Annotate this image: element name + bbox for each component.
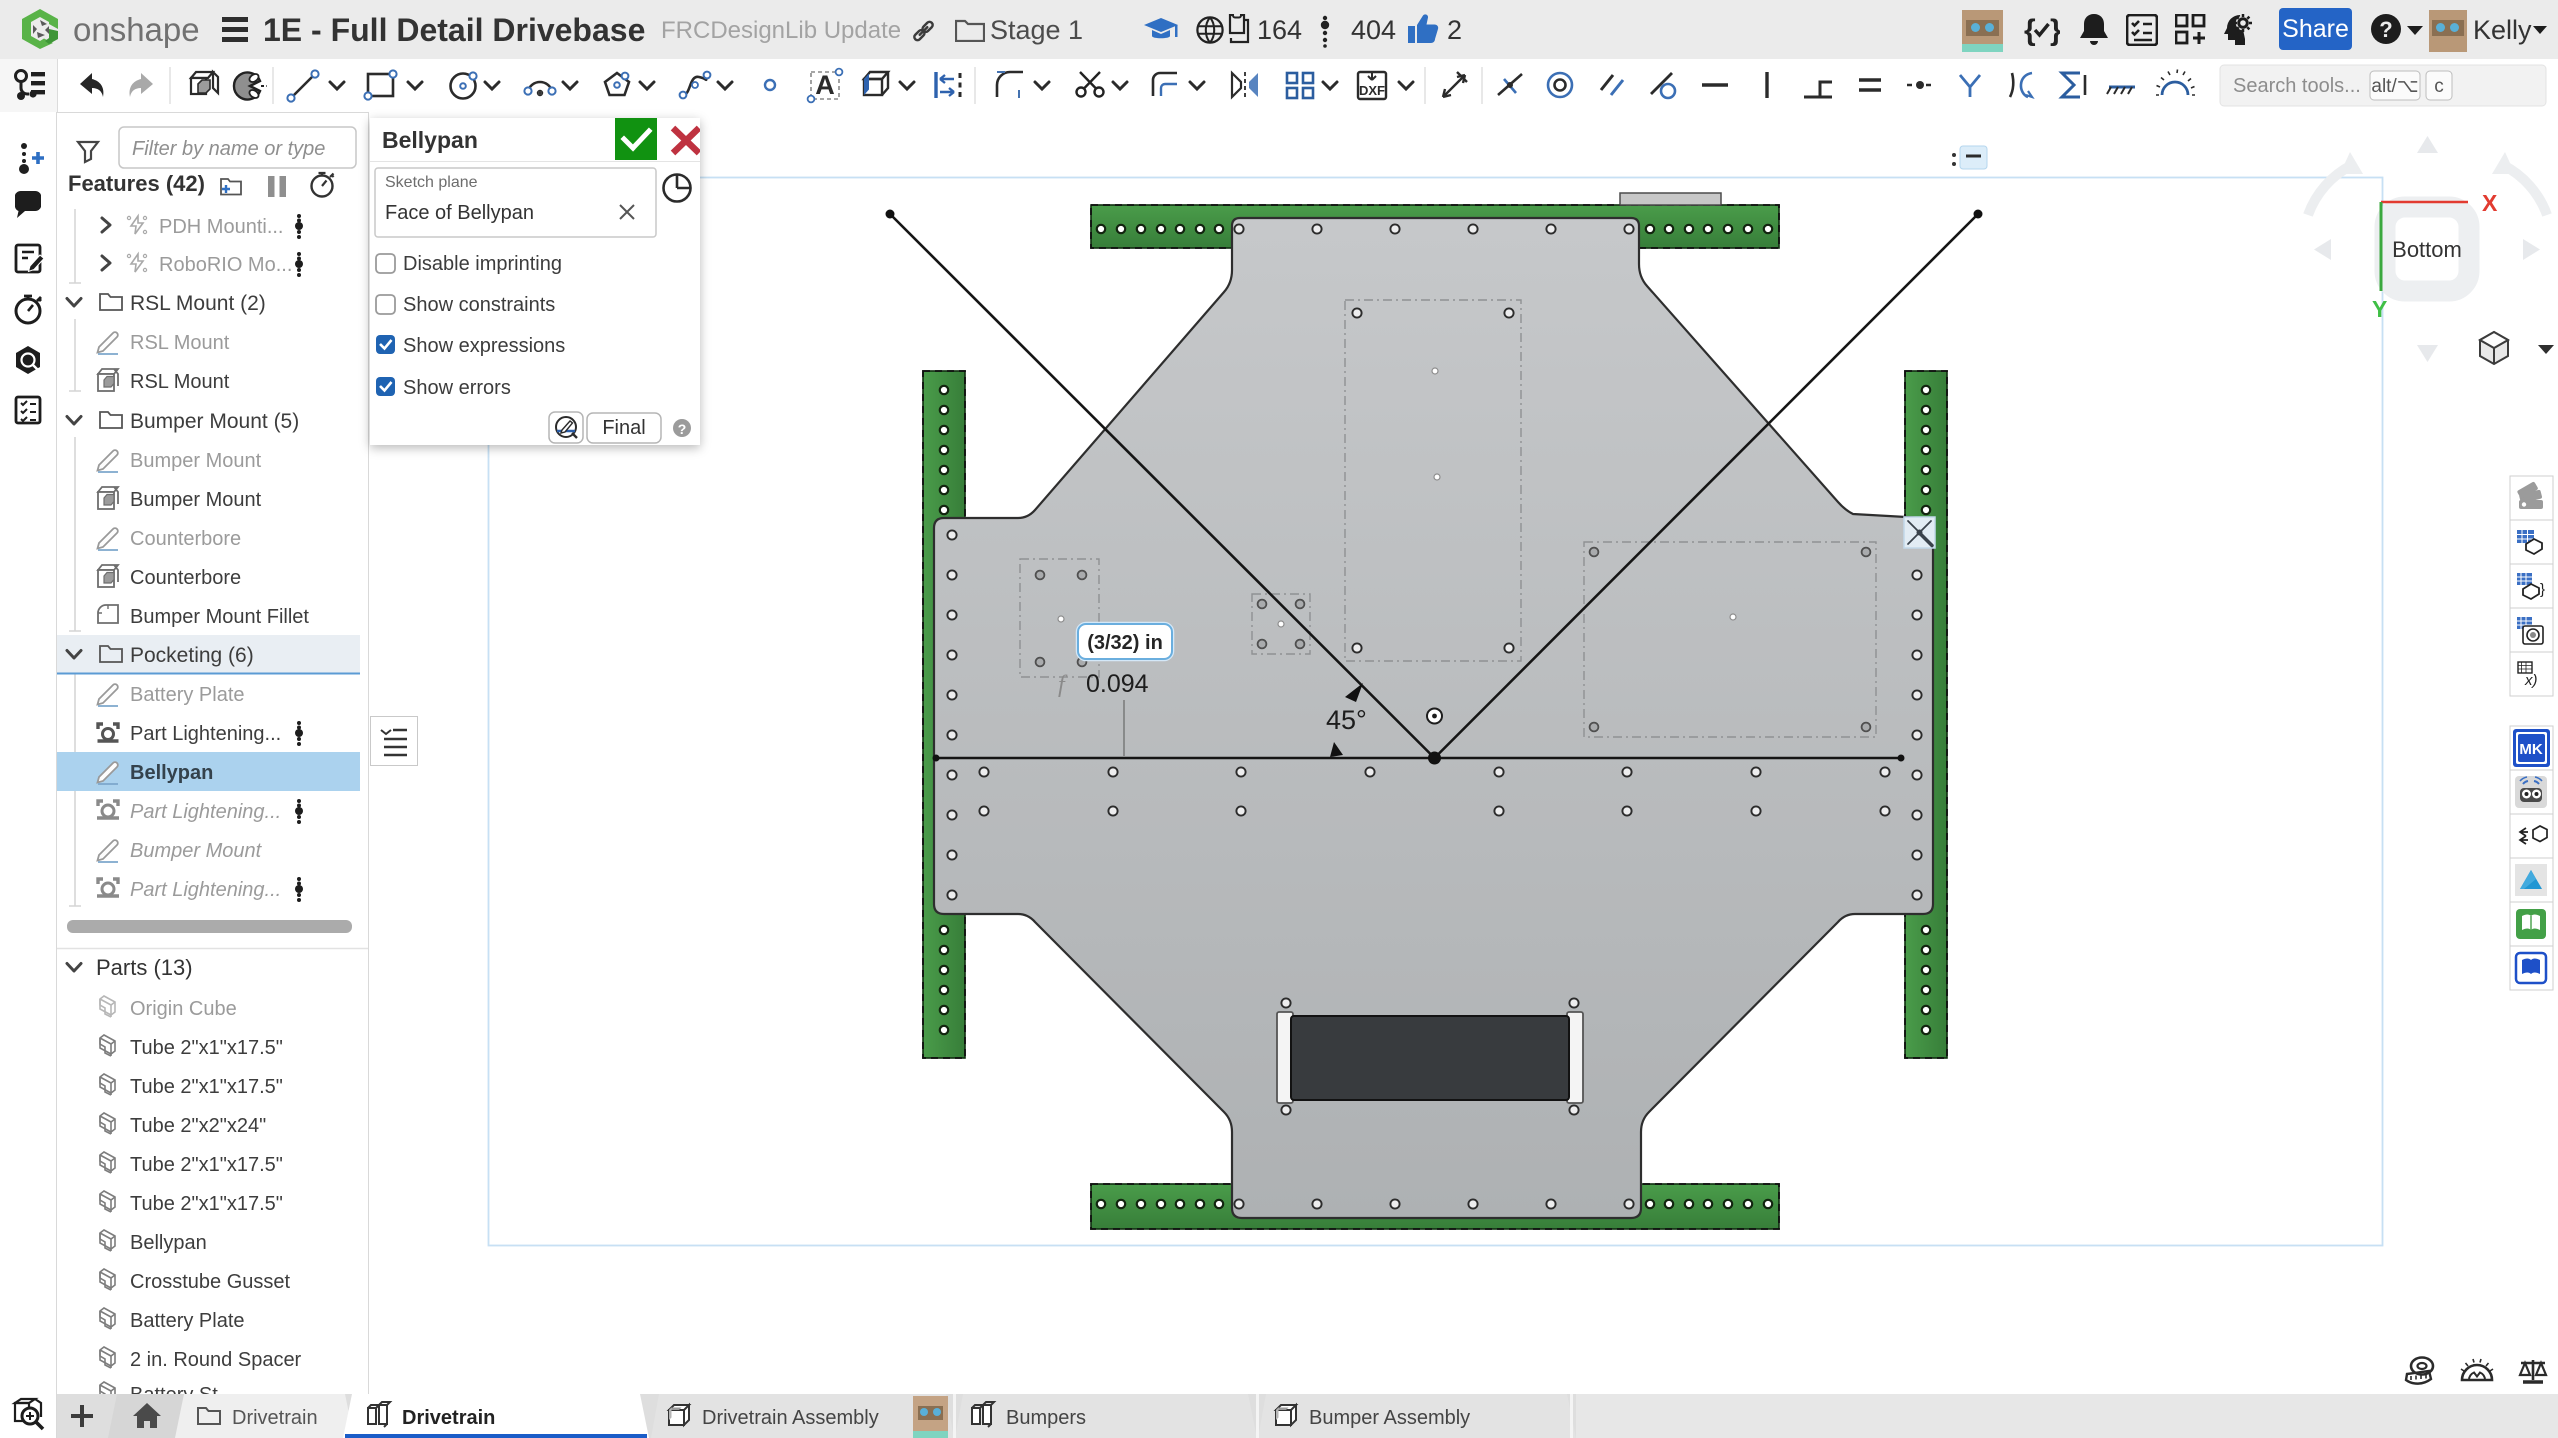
- svg-text:}: }: [2050, 14, 2060, 47]
- svg-text:}: }: [2540, 581, 2545, 598]
- svg-text:Bellypan: Bellypan: [130, 762, 213, 784]
- svg-text:Bottom: Bottom: [2392, 237, 2462, 262]
- svg-text:Bumper Mount: Bumper Mount: [130, 450, 262, 472]
- svg-text:Bumpers: Bumpers: [1006, 1407, 1086, 1429]
- svg-text:x): x): [2524, 672, 2538, 689]
- svg-text:RSL Mount (2): RSL Mount (2): [130, 292, 266, 315]
- svg-text:45°: 45°: [1326, 705, 1367, 735]
- svg-text:Bumper Mount: Bumper Mount: [130, 840, 263, 862]
- svg-text:Tube 2"x2"x24": Tube 2"x2"x24": [130, 1115, 266, 1137]
- svg-text:X: X: [2482, 190, 2498, 216]
- svg-text:Show expressions: Show expressions: [403, 335, 565, 357]
- svg-text:Y: Y: [2372, 296, 2387, 322]
- svg-text:(3/32) in: (3/32) in: [1087, 632, 1163, 654]
- svg-text:Parts (13): Parts (13): [96, 955, 193, 980]
- svg-text:Bumper Mount (5): Bumper Mount (5): [130, 410, 299, 433]
- svg-text:Disable imprinting: Disable imprinting: [403, 253, 562, 275]
- svg-text:?: ?: [678, 421, 687, 437]
- svg-text:Tube 2"x1"x17.5": Tube 2"x1"x17.5": [130, 1037, 283, 1059]
- svg-text:{: {: [2024, 14, 2036, 47]
- svg-text:Part Lightening...: Part Lightening...: [130, 723, 281, 745]
- svg-text:Counterbore: Counterbore: [130, 567, 241, 589]
- svg-text:Crosstube Gusset: Crosstube Gusset: [130, 1271, 291, 1293]
- svg-text:Drivetrain Assembly: Drivetrain Assembly: [702, 1407, 879, 1429]
- svg-text:MK: MK: [2519, 741, 2542, 758]
- svg-text:alt/⌥: alt/⌥: [2371, 76, 2418, 97]
- svg-text:Part Lightening...: Part Lightening...: [130, 879, 281, 901]
- svg-text:Battery Plate: Battery Plate: [130, 684, 245, 706]
- svg-text:Tube 2"x1"x17.5": Tube 2"x1"x17.5": [130, 1193, 283, 1215]
- svg-text:RSL Mount: RSL Mount: [130, 371, 230, 393]
- svg-text:Bellypan: Bellypan: [382, 127, 478, 153]
- svg-text:Search tools...: Search tools...: [2233, 75, 2361, 97]
- svg-text:PDH Mounti...: PDH Mounti...: [159, 216, 283, 238]
- svg-text:Origin Cube: Origin Cube: [130, 998, 237, 1020]
- svg-text:Tube 2"x1"x17.5": Tube 2"x1"x17.5": [130, 1154, 283, 1176]
- svg-text:Bellypan: Bellypan: [130, 1232, 207, 1254]
- svg-text:Bumper Mount: Bumper Mount: [130, 489, 262, 511]
- svg-text:Battery Plate: Battery Plate: [130, 1310, 245, 1332]
- svg-text:Pocketing (6): Pocketing (6): [130, 644, 254, 667]
- svg-text:Show constraints: Show constraints: [403, 294, 555, 316]
- svg-text:Sketch plane: Sketch plane: [385, 174, 478, 191]
- svg-text:Part Lightening...: Part Lightening...: [130, 801, 281, 823]
- svg-text:Show errors: Show errors: [403, 377, 511, 399]
- svg-text:Filter by name or type: Filter by name or type: [132, 138, 325, 160]
- svg-text:0.094: 0.094: [1086, 670, 1149, 698]
- svg-text:RoboRIO Mo...: RoboRIO Mo...: [159, 254, 292, 276]
- svg-text:Counterbore: Counterbore: [130, 528, 241, 550]
- svg-text:RSL Mount: RSL Mount: [130, 332, 230, 354]
- svg-text:Battery St: Battery St: [130, 1384, 218, 1394]
- svg-text:?: ?: [2379, 17, 2392, 42]
- svg-text:Final: Final: [602, 417, 645, 439]
- svg-text:2 in. Round Spacer: 2 in. Round Spacer: [130, 1349, 302, 1371]
- svg-text:Features (42): Features (42): [68, 171, 205, 196]
- svg-text:Bumper Mount Fillet: Bumper Mount Fillet: [130, 606, 309, 628]
- svg-text:Bumper Assembly: Bumper Assembly: [1309, 1407, 1470, 1429]
- svg-text:Drivetrain: Drivetrain: [402, 1407, 495, 1429]
- svg-text:Face of Bellypan: Face of Bellypan: [385, 202, 534, 224]
- svg-text:Tube 2"x1"x17.5": Tube 2"x1"x17.5": [130, 1076, 283, 1098]
- svg-text:c: c: [2434, 76, 2444, 97]
- svg-text:DXF: DXF: [1359, 83, 1385, 98]
- svg-text:Drivetrain: Drivetrain: [232, 1407, 318, 1429]
- svg-text:A: A: [815, 70, 835, 100]
